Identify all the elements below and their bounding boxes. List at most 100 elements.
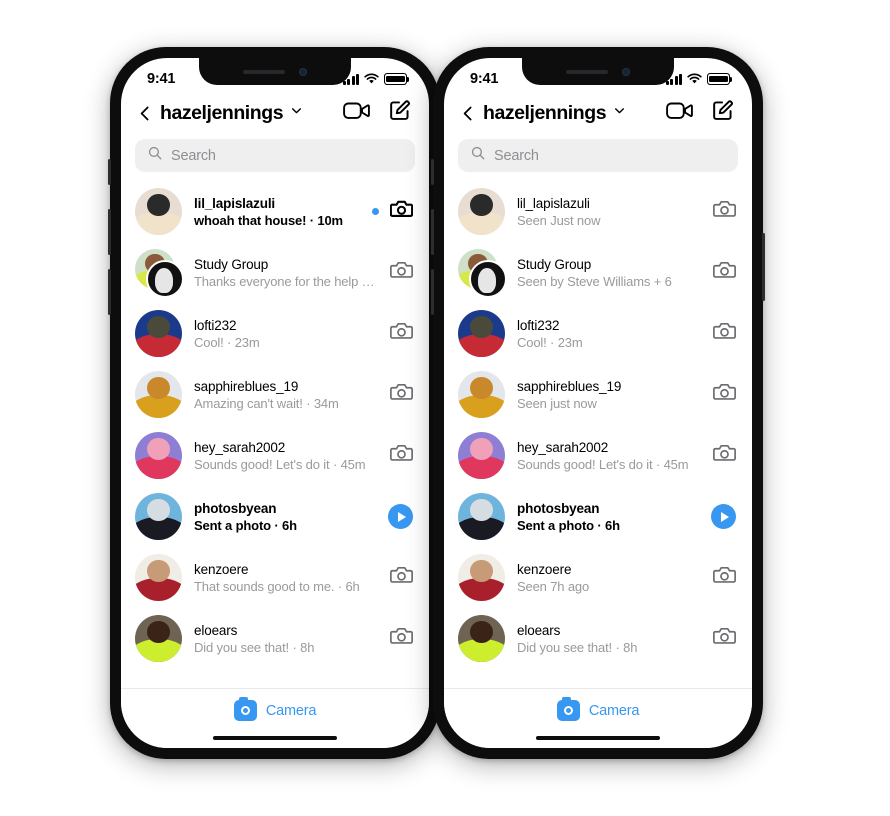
conversation-name: kenzoere (194, 561, 249, 577)
bottom-bar: Camera (444, 688, 752, 748)
earpiece-speaker (243, 69, 285, 74)
silence-switch[interactable] (431, 159, 434, 185)
conversation-name: Study Group (517, 256, 592, 272)
power-button[interactable] (762, 233, 765, 301)
camera-icon (233, 697, 257, 721)
conversation-row[interactable]: lil_lapislazuli whoah that house! · 10m (121, 181, 429, 242)
title-dropdown[interactable]: hazeljennings (160, 102, 337, 125)
home-indicator[interactable] (536, 735, 660, 740)
compose-pencil-icon[interactable] (711, 99, 734, 127)
camera-icon[interactable] (713, 565, 736, 590)
page-title: hazeljennings (483, 101, 607, 124)
avatar (458, 615, 505, 662)
conversation-row[interactable]: sapphireblues_19 Seen just now (444, 364, 752, 425)
camera-icon[interactable] (713, 382, 736, 407)
avatar (135, 371, 182, 418)
phone-screen: 9:41 hazeljennings Search lil_lapislazuli Se… (444, 58, 752, 748)
conversation-row[interactable]: lofti232 Cool! · 23m (121, 303, 429, 364)
volume-down-button[interactable] (431, 269, 434, 315)
conversation-preview: Did you see that! · 8h (194, 639, 315, 655)
conversation-row[interactable]: hey_sarah2002 Sounds good! Let's do it · … (121, 425, 429, 486)
camera-icon[interactable] (713, 260, 736, 285)
back-button[interactable] (459, 104, 477, 122)
conversation-row[interactable]: eloears Did you see that! · 8h (444, 608, 752, 669)
silence-switch[interactable] (108, 159, 111, 185)
conversation-name: lofti232 (517, 317, 560, 333)
chevron-down-icon (290, 104, 303, 122)
phone-screen: 9:41 hazeljennings Search lil_lapislazuli wh… (121, 58, 429, 748)
conversation-preview: Seen by Steve Williams + 6 (517, 273, 672, 289)
avatar (458, 493, 505, 540)
conversation-name: photosbyean (194, 500, 277, 516)
conversation-preview: Sent a photo · 6h (194, 517, 297, 533)
back-button[interactable] (136, 104, 154, 122)
camera-icon[interactable] (390, 626, 413, 651)
conversation-row[interactable]: hey_sarah2002 Sounds good! Let's do it · … (444, 425, 752, 486)
camera-icon[interactable] (713, 199, 736, 224)
page-title: hazeljennings (160, 101, 284, 124)
conversation-row[interactable]: kenzoere That sounds good to me. · 6h (121, 547, 429, 608)
compose-pencil-icon[interactable] (388, 99, 411, 127)
conversation-row[interactable]: lofti232 Cool! · 23m (444, 303, 752, 364)
conversation-preview: Sent a photo · 6h (517, 517, 620, 533)
play-icon[interactable] (388, 504, 413, 529)
volume-down-button[interactable] (108, 269, 111, 315)
avatar (135, 493, 182, 540)
camera-icon[interactable] (713, 443, 736, 468)
conversation-row[interactable]: photosbyean Sent a photo · 6h (444, 486, 752, 547)
camera-icon[interactable] (390, 260, 413, 285)
camera-button[interactable]: Camera (233, 697, 317, 721)
volume-up-button[interactable] (108, 209, 111, 255)
avatar (135, 554, 182, 601)
conversation-list: lil_lapislazuli Seen Just now Study Group S… (444, 181, 752, 669)
notch (522, 58, 674, 85)
conversation-row[interactable]: photosbyean Sent a photo · 6h (121, 486, 429, 547)
avatar (458, 371, 505, 418)
conversation-preview: Sounds good! Let's do it · 45m (194, 456, 366, 472)
conversation-preview: That sounds good to me. · 6h (194, 578, 360, 594)
conversation-name: eloears (194, 622, 238, 638)
battery-full-icon (707, 73, 733, 85)
camera-icon[interactable] (390, 382, 413, 407)
avatar (458, 310, 505, 357)
avatar (458, 249, 507, 298)
conversation-row[interactable]: lil_lapislazuli Seen Just now (444, 181, 752, 242)
avatar (458, 310, 505, 357)
conversation-row[interactable]: Study Group Seen by Steve Williams + 6 (444, 242, 752, 303)
conversation-row[interactable]: sapphireblues_19 Amazing can't wait! · 34… (121, 364, 429, 425)
avatar (458, 554, 505, 601)
play-icon[interactable] (711, 504, 736, 529)
avatar (135, 432, 182, 479)
camera-icon[interactable] (390, 443, 413, 468)
conversation-row[interactable]: Study Group Thanks everyone for the help … (121, 242, 429, 303)
unread-dot (371, 207, 379, 216)
avatar (135, 188, 182, 235)
avatar (135, 493, 182, 540)
camera-icon[interactable] (389, 199, 414, 224)
title-dropdown[interactable]: hazeljennings (483, 102, 660, 125)
video-camera-icon[interactable] (343, 100, 370, 126)
camera-icon[interactable] (713, 626, 736, 651)
search-input[interactable]: Search (458, 139, 738, 172)
camera-label: Camera (588, 702, 640, 719)
conversation-preview: Seen 7h ago (517, 578, 590, 594)
avatar (135, 188, 182, 235)
conversation-name: kenzoere (517, 561, 572, 577)
conversation-preview: Did you see that! · 8h (517, 639, 638, 655)
app-header: hazeljennings (121, 96, 429, 137)
camera-label: Camera (265, 702, 317, 719)
conversation-name: lil_lapislazuli (517, 195, 590, 211)
avatar (458, 432, 505, 479)
camera-button[interactable]: Camera (556, 697, 640, 721)
home-indicator[interactable] (213, 735, 337, 740)
conversation-row[interactable]: kenzoere Seen 7h ago (444, 547, 752, 608)
conversation-preview: Seen Just now (517, 212, 601, 228)
conversation-row[interactable]: eloears Did you see that! · 8h (121, 608, 429, 669)
video-camera-icon[interactable] (666, 100, 693, 126)
camera-icon[interactable] (713, 321, 736, 346)
volume-up-button[interactable] (431, 209, 434, 255)
search-input[interactable]: Search (135, 139, 415, 172)
camera-icon[interactable] (390, 321, 413, 346)
camera-icon[interactable] (390, 565, 413, 590)
avatar (135, 371, 182, 418)
